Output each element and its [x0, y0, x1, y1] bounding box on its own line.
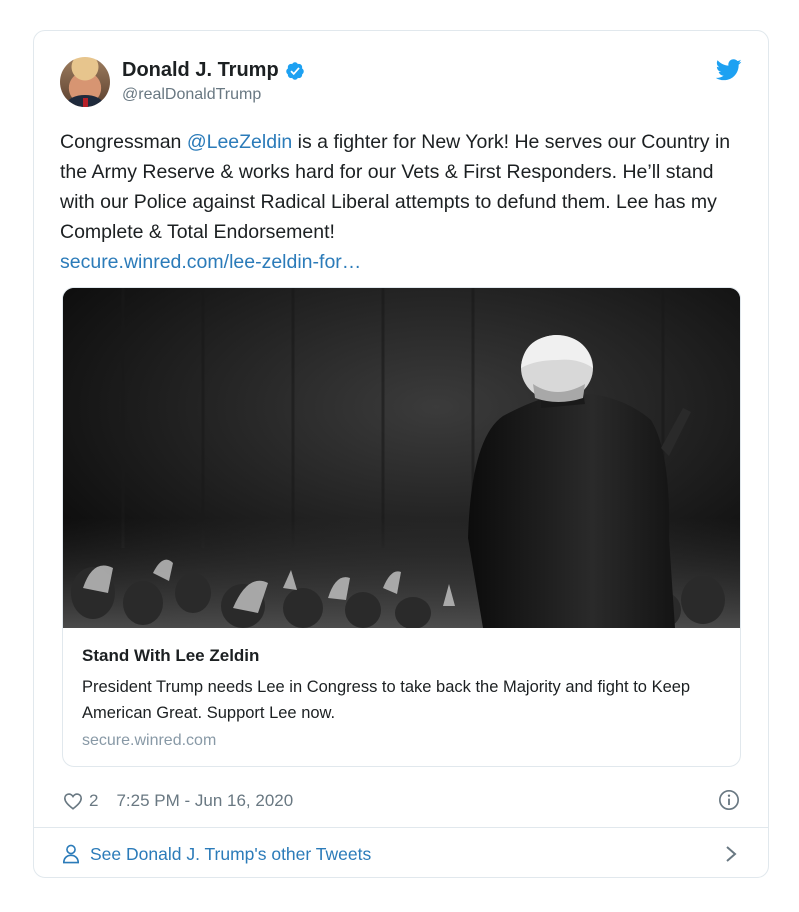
mention-link[interactable]: @LeeZeldin [187, 131, 292, 153]
like-count[interactable]: 2 [89, 791, 98, 811]
verified-badge-icon [285, 61, 304, 80]
person-icon [62, 844, 80, 864]
tweet-text-before: Congressman [60, 131, 187, 153]
twitter-bird-icon[interactable] [716, 59, 742, 81]
avatar-tie [83, 98, 88, 107]
card-body: Stand With Lee Zeldin President Trump ne… [82, 646, 722, 750]
tweet-meta-row: 2 7:25 PM - Jun 16, 2020 [63, 789, 740, 813]
link-preview-card[interactable]: Stand With Lee Zeldin President Trump ne… [62, 287, 741, 767]
footer-divider [34, 827, 768, 828]
author-avatar[interactable] [60, 57, 110, 107]
tweet-text: Congressman @LeeZeldin is a fighter for … [60, 127, 750, 277]
card-description: President Trump needs Lee in Congress to… [82, 678, 691, 722]
info-icon[interactable] [718, 789, 740, 811]
tweet-footer[interactable]: See Donald J. Trump's other Tweets [62, 841, 740, 867]
author-name[interactable]: Donald J. Trump [122, 59, 279, 82]
heart-icon[interactable] [63, 792, 83, 810]
tweet-timestamp[interactable]: 7:25 PM - Jun 16, 2020 [116, 791, 293, 811]
card-domain: secure.winred.com [82, 732, 217, 749]
author-info: Donald J. Trump @realDonaldTrump [122, 59, 305, 104]
tweet-header: Donald J. Trump @realDonaldTrump [60, 57, 742, 113]
tweet-embed-card: Donald J. Trump @realDonaldTrump Congres… [33, 30, 769, 878]
url-link[interactable]: secure.winred.com/lee-zeldin-for… [60, 251, 361, 273]
card-photo [63, 288, 740, 628]
author-handle[interactable]: @realDonaldTrump [122, 86, 305, 104]
other-tweets-link[interactable]: See Donald J. Trump's other Tweets [90, 844, 371, 865]
chevron-right-icon[interactable] [724, 845, 738, 863]
author-name-row: Donald J. Trump [122, 59, 305, 82]
card-title: Stand With Lee Zeldin [82, 646, 260, 665]
